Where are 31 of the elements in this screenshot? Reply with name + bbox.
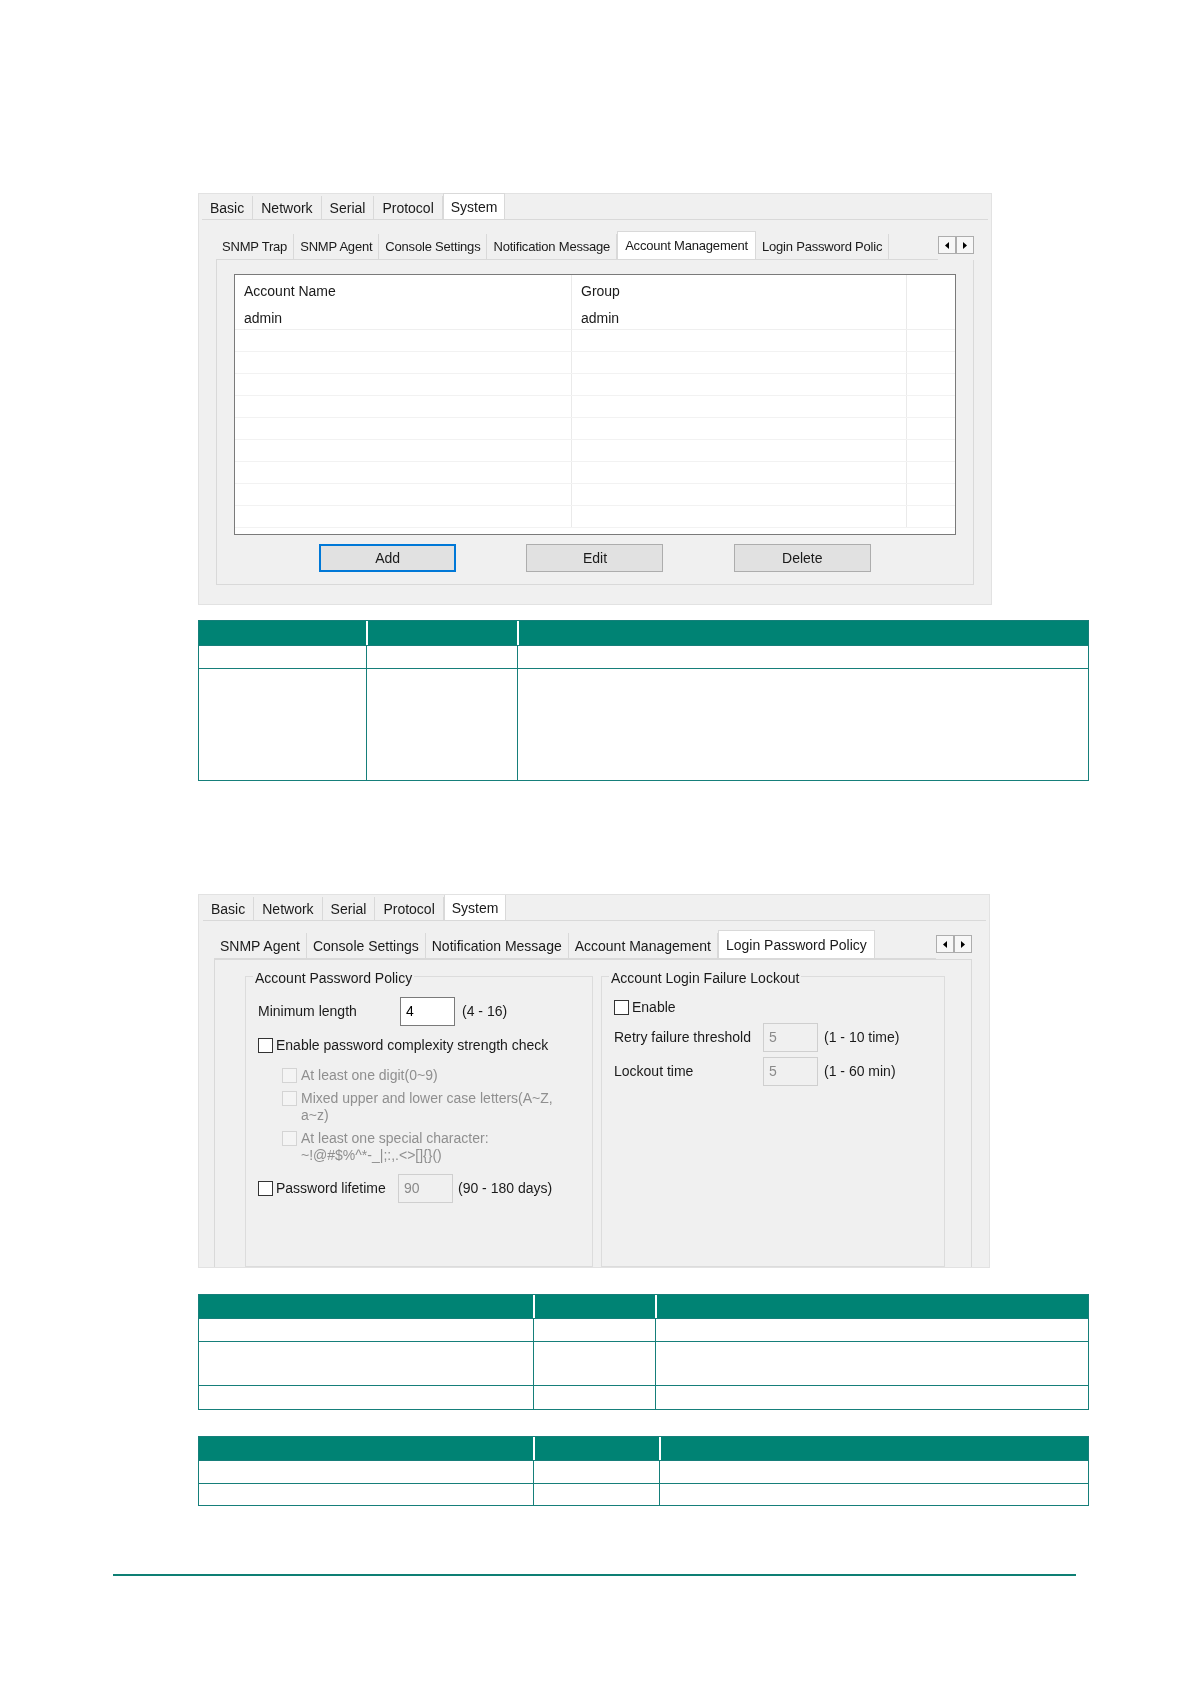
column-header[interactable]: Account Name bbox=[244, 281, 336, 302]
scroll-right-button[interactable] bbox=[956, 236, 974, 254]
button[interactable]: Delete bbox=[733, 544, 871, 572]
scroll-left-button[interactable] bbox=[938, 236, 956, 254]
right-triangle-icon bbox=[963, 241, 967, 249]
range-label: (90 - 180 days) bbox=[458, 1179, 553, 1198]
table-cell: admin bbox=[244, 310, 283, 326]
text-field[interactable]: 4 bbox=[400, 997, 455, 1026]
left-triangle-icon bbox=[943, 940, 947, 948]
field-label: Retry failure threshold bbox=[614, 1028, 752, 1047]
checkbox-label[interactable]: Enable password complexity strength check bbox=[276, 1035, 549, 1056]
checkbox[interactable] bbox=[614, 1000, 629, 1015]
tab[interactable]: Account Management bbox=[617, 231, 756, 259]
table-cell: admin bbox=[581, 310, 620, 326]
right-triangle-icon bbox=[961, 940, 965, 948]
checkbox-label[interactable]: Enable bbox=[632, 997, 676, 1018]
button[interactable]: Edit bbox=[526, 544, 664, 572]
checkbox[interactable] bbox=[258, 1038, 273, 1053]
left-triangle-icon bbox=[945, 241, 949, 249]
range-label: (1 - 10 time) bbox=[824, 1028, 900, 1047]
range-label: (1 - 60 min) bbox=[824, 1062, 896, 1081]
field-label: Lockout time bbox=[614, 1062, 695, 1081]
column-header[interactable]: Group bbox=[581, 281, 620, 302]
range-label: (4 - 16) bbox=[462, 1002, 508, 1021]
button[interactable]: Add bbox=[319, 544, 457, 572]
scroll-left-button[interactable] bbox=[936, 935, 954, 953]
scroll-right-button[interactable] bbox=[954, 935, 972, 953]
tab[interactable]: System bbox=[443, 895, 507, 920]
tab[interactable]: System bbox=[442, 193, 506, 219]
field-label: Minimum length bbox=[258, 1002, 358, 1021]
tab[interactable]: Login Password Policy bbox=[717, 930, 875, 958]
